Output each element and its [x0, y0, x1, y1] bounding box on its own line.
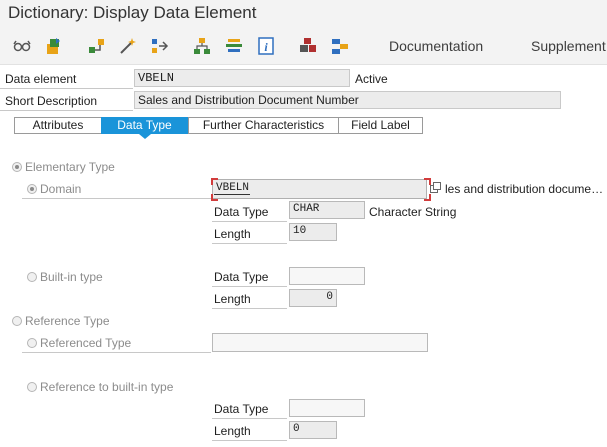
- focus-corner: [211, 178, 218, 185]
- referenced-type-field[interactable]: [212, 333, 428, 352]
- builtin-length-label: Length: [214, 292, 251, 306]
- referenced-type-underline: [22, 352, 211, 353]
- domain-data-type-description: Character String: [369, 205, 457, 219]
- display-change-icon[interactable]: [44, 36, 64, 56]
- data-element-label: Data element: [5, 72, 77, 86]
- magic-wand-icon[interactable]: [118, 36, 138, 56]
- ref-builtin-type-radio[interactable]: [27, 382, 37, 392]
- builtin-data-type-field[interactable]: [289, 267, 365, 285]
- label-underline: [212, 286, 287, 287]
- label-underline: [212, 308, 287, 309]
- domain-label: Domain: [40, 182, 82, 196]
- domain-value-underline: [214, 194, 250, 195]
- graph-icon[interactable]: [330, 36, 350, 56]
- label-underline: [212, 221, 287, 222]
- elementary-type-radio[interactable]: [12, 162, 22, 172]
- tab-field-label[interactable]: Field Label: [338, 117, 423, 134]
- ref-data-type-label: Data Type: [214, 402, 269, 416]
- domain-underline: [22, 198, 211, 199]
- label-underline: [212, 418, 287, 419]
- ref-length-field[interactable]: 0: [289, 421, 337, 439]
- builtin-data-type-label: Data Type: [214, 270, 269, 284]
- glasses-icon[interactable]: [12, 36, 32, 56]
- ref-builtin-type-label: Reference to built-in type: [40, 380, 174, 394]
- domain-data-type-field[interactable]: CHAR: [289, 201, 365, 219]
- label-underline: [0, 110, 133, 111]
- short-description-field[interactable]: Sales and Distribution Document Number: [134, 91, 561, 109]
- builtin-type-label: Built-in type: [40, 270, 103, 284]
- where-used-icon[interactable]: [87, 36, 107, 56]
- elementary-type-label: Elementary Type: [25, 160, 115, 174]
- domain-radio[interactable]: [27, 184, 37, 194]
- application-toolbar: i Documentation Supplement: [0, 30, 607, 65]
- domain-data-type-label: Data Type: [214, 205, 269, 219]
- label-underline: [0, 88, 133, 89]
- reference-type-radio[interactable]: [12, 316, 22, 326]
- ref-length-label: Length: [214, 424, 251, 438]
- referenced-type-radio[interactable]: [27, 338, 37, 348]
- short-description-label: Short Description: [5, 94, 98, 108]
- tab-attributes[interactable]: Attributes: [14, 117, 102, 134]
- tab-further-characteristics[interactable]: Further Characteristics: [188, 117, 339, 134]
- navigate-icon[interactable]: [150, 36, 170, 56]
- referenced-type-label: Referenced Type: [40, 336, 132, 350]
- label-underline: [212, 243, 287, 244]
- data-element-field[interactable]: VBELN: [134, 69, 350, 87]
- focus-corner: [424, 194, 431, 201]
- label-underline: [212, 440, 287, 441]
- hierarchy-icon[interactable]: [192, 36, 212, 56]
- documentation-button[interactable]: Documentation: [389, 38, 483, 54]
- domain-length-field[interactable]: 10: [289, 223, 337, 241]
- copy-icon[interactable]: [429, 181, 443, 195]
- reference-type-label: Reference Type: [25, 314, 110, 328]
- domain-field[interactable]: VBELN: [212, 179, 427, 199]
- object-list-icon[interactable]: [298, 36, 318, 56]
- focus-corner: [211, 194, 218, 201]
- info-icon[interactable]: i: [256, 36, 276, 56]
- stack-icon[interactable]: [224, 36, 244, 56]
- supplement-button[interactable]: Supplement: [531, 38, 606, 54]
- tab-data-type[interactable]: Data Type: [101, 117, 188, 134]
- domain-length-label: Length: [214, 227, 251, 241]
- status-text: Active: [355, 72, 388, 86]
- window-title: Dictionary: Display Data Element: [8, 3, 257, 22]
- domain-description: les and distribution docume…: [445, 182, 604, 196]
- active-tab-pointer: [139, 134, 151, 139]
- ref-data-type-field[interactable]: [289, 399, 365, 417]
- builtin-length-field[interactable]: 0: [289, 289, 337, 307]
- builtin-type-radio[interactable]: [27, 272, 37, 282]
